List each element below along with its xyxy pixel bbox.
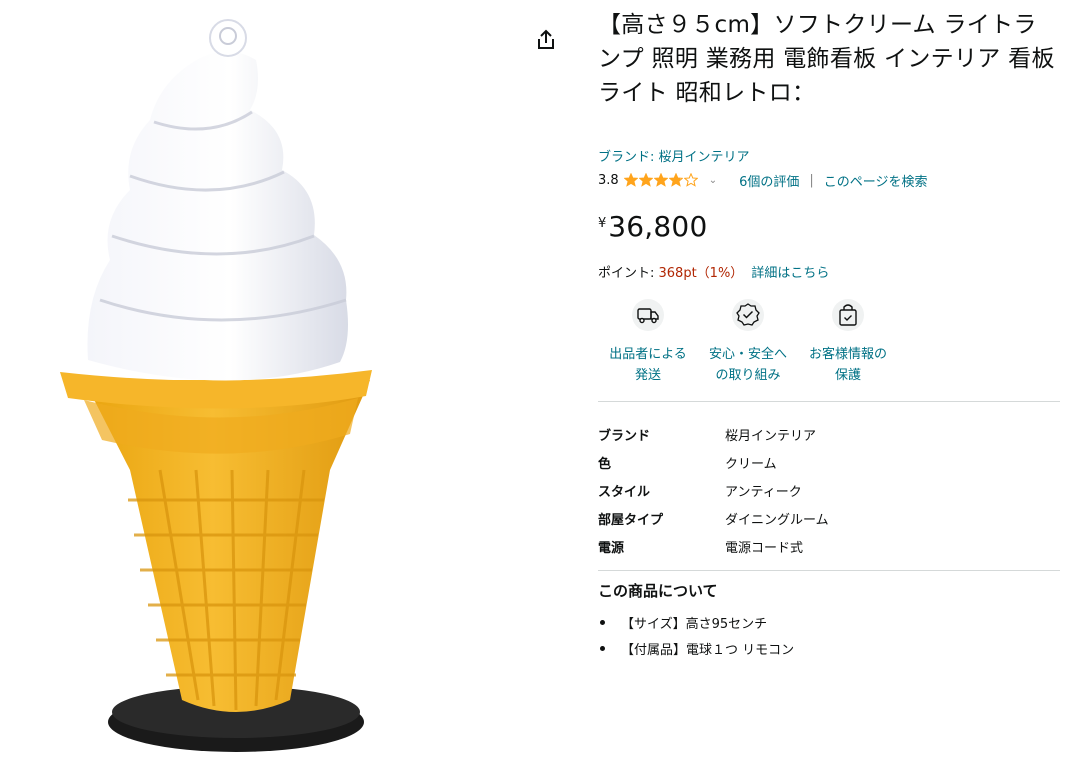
list-item-text: 【付属品】電球１つ リモコン: [621, 642, 795, 658]
spec-value: 桜月インテリア: [725, 428, 817, 444]
spec-key: スタイル: [598, 484, 651, 500]
share-button[interactable]: [534, 28, 558, 52]
about-section: この商品について 【サイズ】高さ95センチ 【付属品】電球１つ リモコン: [598, 580, 794, 661]
soft-cream-lamp-image: [60, 19, 372, 752]
spec-key: 色: [598, 456, 612, 472]
separator: |: [809, 172, 814, 188]
points-row: ポイント: 368pt（1%） 詳細はこちら: [598, 262, 829, 281]
spec-value: クリーム: [725, 456, 777, 472]
list-item-text: 【サイズ】高さ95センチ: [621, 616, 768, 632]
truck-icon: [632, 299, 664, 331]
divider: [598, 401, 1060, 402]
lock-bag-icon: [832, 299, 864, 331]
feature-badges: 出品者による 発送 安心・安全へ の取り組み お客様情報の 保護: [598, 298, 898, 386]
price-currency: ¥: [598, 216, 607, 231]
star-icon: [653, 173, 668, 187]
feature-privacy-label: お客様情報の 保護: [808, 347, 887, 383]
points-details-link[interactable]: 詳細はこちら: [751, 266, 829, 281]
spec-key: ブランド: [598, 428, 651, 444]
divider: [598, 570, 1060, 571]
about-list: 【サイズ】高さ95センチ 【付属品】電球１つ リモコン: [598, 609, 794, 661]
spec-row: 色 クリーム: [598, 448, 829, 476]
ratings-count-link[interactable]: 6個の評価: [739, 171, 799, 190]
about-heading: この商品について: [598, 582, 718, 600]
spec-value: 電源コード式: [725, 540, 804, 556]
star-icon: [623, 173, 638, 187]
price: ¥ 36,800: [598, 210, 707, 243]
feature-safety[interactable]: 安心・安全へ の取り組み: [698, 298, 798, 386]
feature-privacy[interactable]: お客様情報の 保護: [798, 298, 898, 386]
rating-row: 3.8 ⌄ 6個の評価 | このページを検索: [598, 170, 928, 190]
brand-link[interactable]: ブランド: 桜月インテリア: [598, 146, 750, 165]
list-item: 【サイズ】高さ95センチ: [598, 609, 794, 635]
badge-check-icon: [732, 299, 764, 331]
spec-key: 部屋タイプ: [598, 512, 664, 528]
feature-safety-label: 安心・安全へ の取り組み: [708, 347, 787, 383]
feature-seller-shipping[interactable]: 出品者による 発送: [598, 298, 698, 386]
rating-value: 3.8: [598, 172, 619, 188]
points-value: 368pt（1%）: [658, 266, 744, 281]
star-icon: [683, 173, 698, 187]
chevron-down-icon[interactable]: ⌄: [709, 175, 717, 186]
bullet: [600, 645, 605, 651]
bullet: [600, 619, 605, 625]
feature-seller-shipping-label: 出品者による 発送: [609, 347, 687, 383]
brand-link-label: ブランド: 桜月インテリア: [598, 150, 750, 165]
spec-row: 部屋タイプ ダイニングルーム: [598, 504, 829, 532]
product-title: 【高さ９５cm】ソフトクリーム ライトランプ 照明 業務用 電飾看板 インテリア…: [598, 12, 1055, 106]
list-item: 【付属品】電球１つ リモコン: [598, 635, 794, 661]
rating-stars[interactable]: [623, 173, 699, 187]
search-page-link[interactable]: このページを検索: [824, 171, 928, 190]
spec-value: アンティーク: [725, 484, 802, 500]
spec-row: ブランド 桜月インテリア: [598, 420, 829, 448]
spec-row: 電源 電源コード式: [598, 532, 829, 560]
spec-key: 電源: [598, 540, 625, 556]
spec-value: ダイニングルーム: [725, 512, 829, 528]
star-icon: [668, 173, 683, 187]
spec-row: スタイル アンティーク: [598, 476, 829, 504]
price-amount: 36,800: [608, 210, 708, 243]
product-image[interactable]: [0, 0, 530, 774]
points-label: ポイント:: [598, 266, 659, 281]
share-icon: [538, 29, 554, 49]
star-icon: [638, 173, 653, 187]
spec-table: ブランド 桜月インテリア 色 クリーム スタイル アンティーク 部屋タイプ ダイニングル…: [598, 420, 829, 560]
